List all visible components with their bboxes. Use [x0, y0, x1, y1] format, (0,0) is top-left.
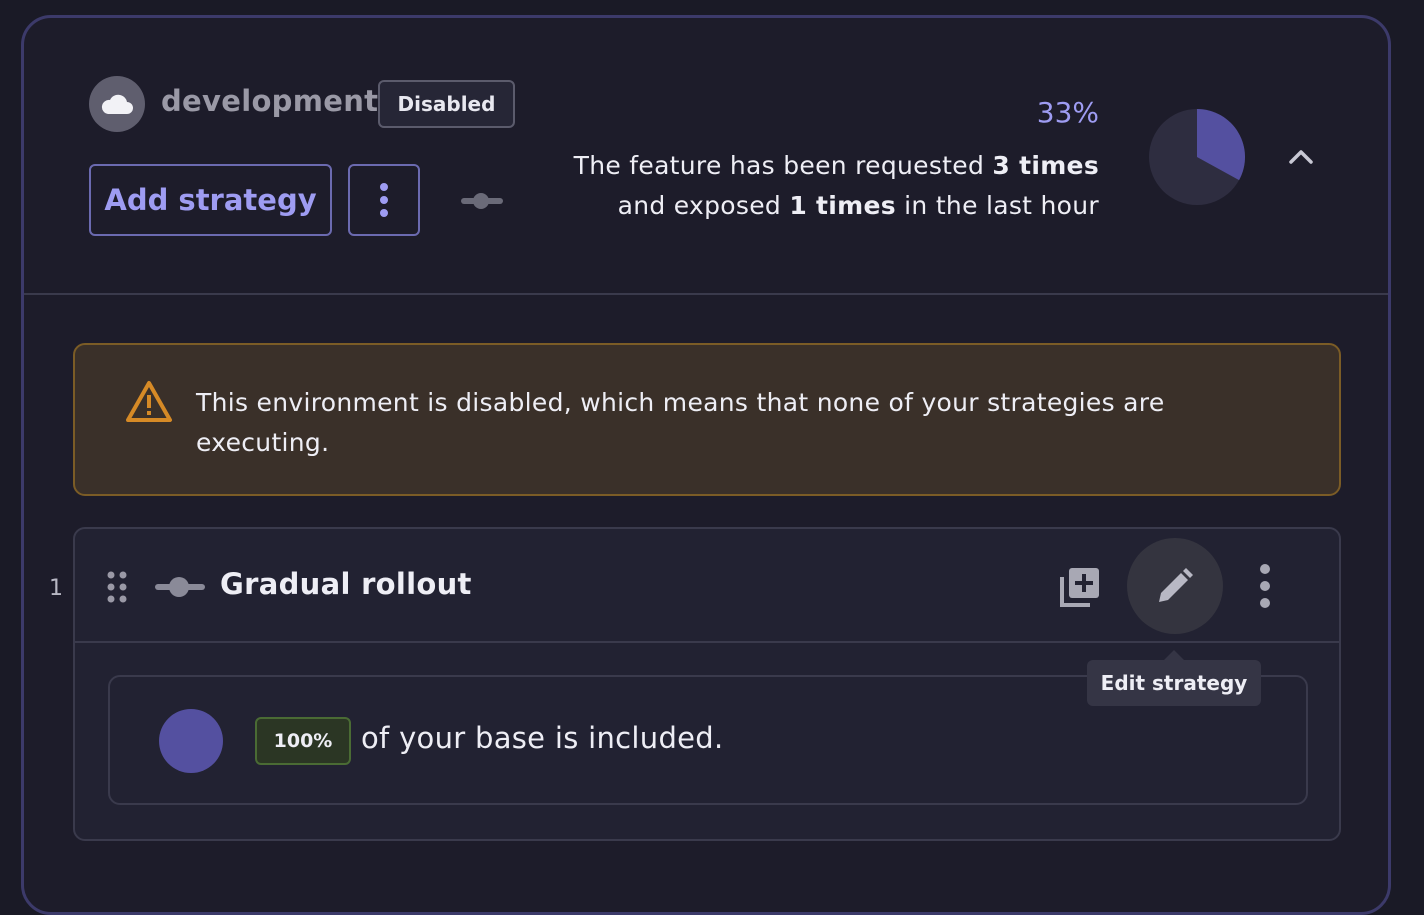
environment-name: development	[161, 84, 379, 118]
exposure-pie-chart	[1149, 109, 1245, 205]
rollout-description: of your base is included.	[361, 721, 724, 755]
pencil-icon	[1159, 568, 1193, 602]
exposure-percentage: 33%	[1036, 96, 1099, 129]
copy-add-icon[interactable]	[1058, 565, 1102, 609]
strategy-index: 1	[49, 576, 63, 601]
edit-strategy-tooltip: Edit strategy	[1087, 660, 1261, 706]
rollout-indicator	[159, 709, 223, 773]
add-strategy-button[interactable]: Add strategy	[89, 164, 332, 236]
status-badge: Disabled	[378, 80, 515, 128]
more-vertical-icon[interactable]	[1253, 563, 1277, 609]
warning-message: This environment is disabled, which mean…	[196, 388, 1165, 457]
metrics-line2-prefix: and exposed	[617, 191, 790, 220]
environment-menu-button[interactable]	[348, 164, 420, 236]
warning-triangle-icon	[126, 381, 172, 422]
disabled-warning-alert: This environment is disabled, which mean…	[73, 343, 1341, 496]
toggle-off-icon[interactable]	[461, 192, 503, 210]
requested-count: 3 times	[992, 151, 1099, 180]
environment-card: development Disabled Add strategy 33% Th…	[21, 15, 1391, 915]
strategy-header: Gradual rollout	[75, 529, 1339, 643]
metrics-line2-suffix: in the last hour	[895, 191, 1099, 220]
strategy-title: Gradual rollout	[220, 567, 472, 601]
rollout-percentage-badge: 100%	[255, 717, 351, 765]
metrics-summary: The feature has been requested 3 times a…	[574, 146, 1099, 226]
toggle-off-icon[interactable]	[155, 576, 205, 598]
environment-header: development Disabled Add strategy 33% Th…	[24, 18, 1388, 295]
drag-handle-icon[interactable]	[105, 569, 129, 605]
edit-strategy-button[interactable]	[1127, 538, 1223, 634]
more-vertical-icon	[380, 183, 388, 217]
metrics-line1-prefix: The feature has been requested	[573, 151, 993, 180]
chevron-up-icon[interactable]	[1286, 142, 1316, 172]
exposed-count: 1 times	[789, 191, 896, 220]
cloud-icon	[89, 76, 145, 132]
tooltip-arrow	[1164, 650, 1184, 660]
